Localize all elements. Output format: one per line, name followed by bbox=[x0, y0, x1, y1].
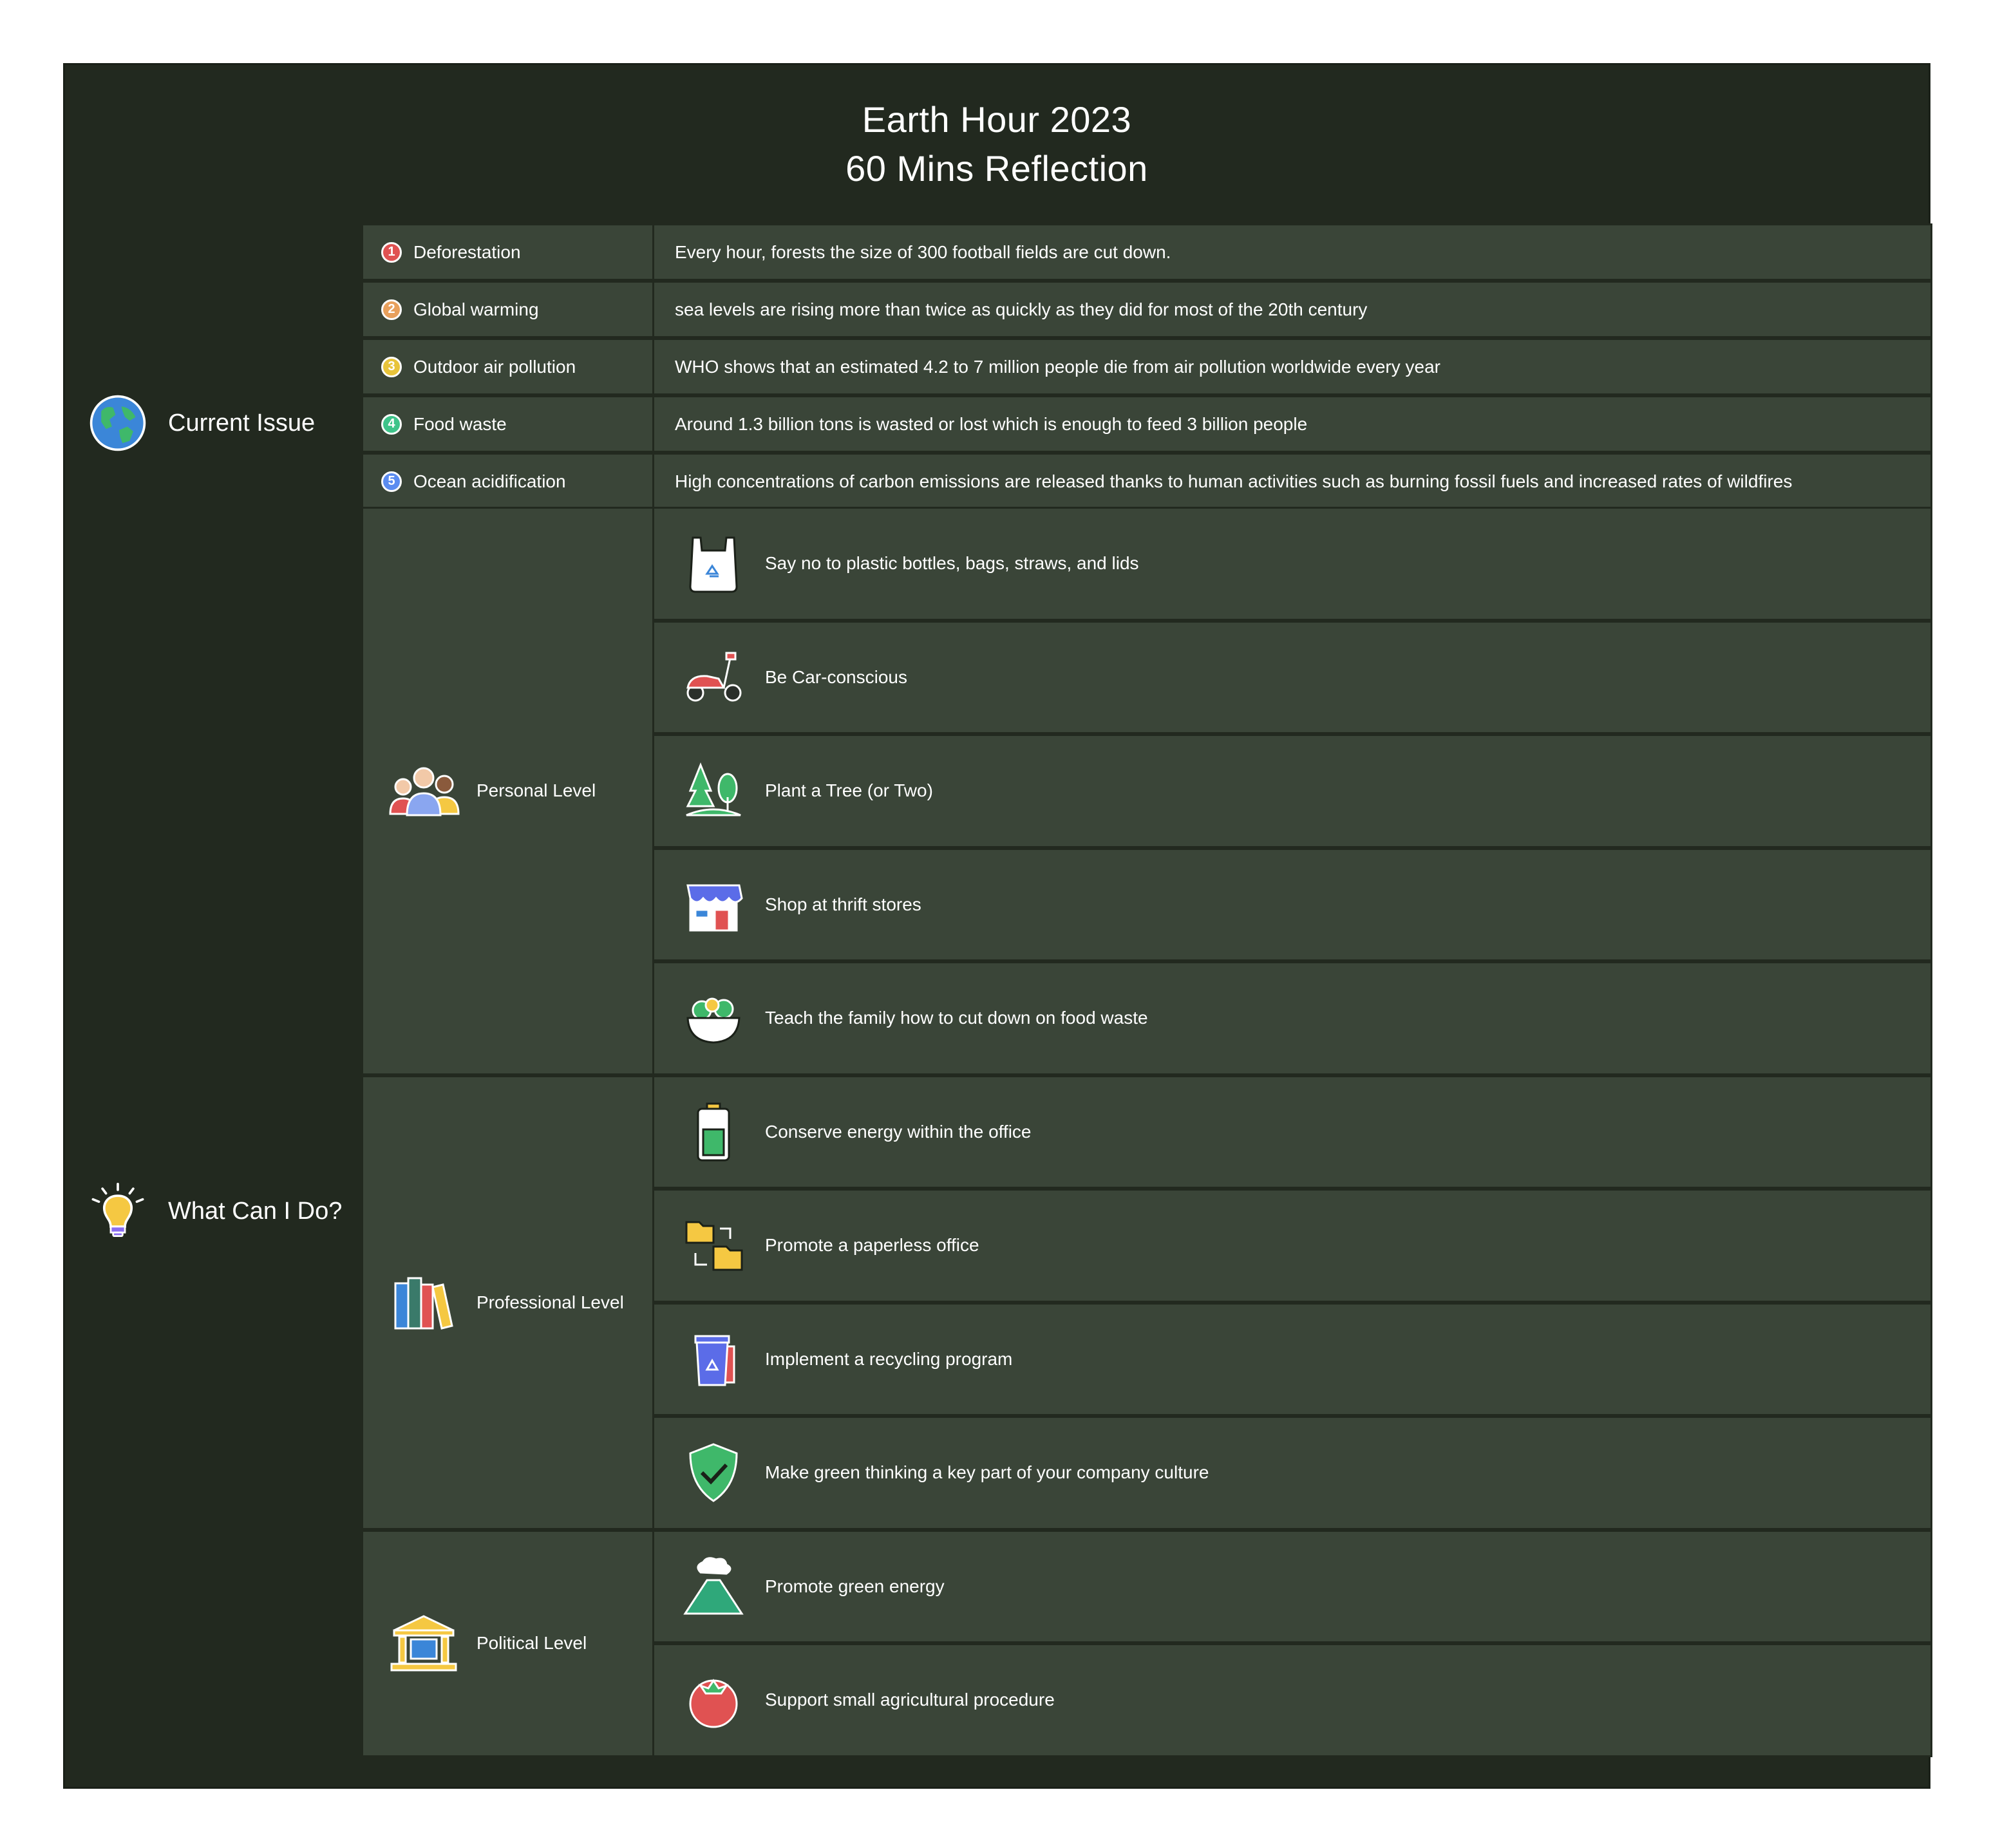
infographic-board: Earth Hour 2023 60 Mins Reflection Curre… bbox=[63, 63, 1932, 1789]
action-row: Support small agricultural procedure bbox=[652, 1643, 1932, 1757]
recycle-bin-icon bbox=[681, 1327, 746, 1391]
issue-name-cell: 5 Ocean acidification bbox=[361, 453, 656, 510]
level-label: Personal Level bbox=[477, 780, 596, 801]
page-subtitle: 60 Mins Reflection bbox=[845, 148, 1148, 189]
issue-description: Around 1.3 billion tons is wasted or los… bbox=[652, 395, 1932, 453]
action-text: Plant a Tree (or Two) bbox=[765, 780, 933, 801]
level-personal-level: Personal Level bbox=[361, 507, 656, 1075]
page-title: Earth Hour 2023 bbox=[862, 99, 1132, 140]
store-icon bbox=[681, 872, 746, 937]
scooter-icon bbox=[681, 645, 746, 710]
action-text: Promote a paperless office bbox=[765, 1235, 979, 1256]
issue-name: Food waste bbox=[413, 413, 507, 434]
issue-number-badge: 5 bbox=[381, 471, 402, 492]
folders-icon bbox=[681, 1213, 746, 1278]
what-can-i-do-label: What Can I Do? bbox=[88, 1179, 342, 1243]
action-text: Be Car-conscious bbox=[765, 666, 907, 687]
globe-icon bbox=[90, 395, 146, 451]
government-building-icon bbox=[385, 1611, 462, 1675]
action-text: Support small agricultural procedure bbox=[765, 1690, 1055, 1710]
issue-description: WHO shows that an estimated 4.2 to 7 mil… bbox=[652, 338, 1932, 395]
action-row: Plant a Tree (or Two) bbox=[652, 734, 1932, 848]
issue-description: sea levels are rising more than twice as… bbox=[652, 281, 1932, 338]
action-text: Make green thinking a key part of your c… bbox=[765, 1462, 1209, 1483]
issue-name: Global warming bbox=[413, 299, 539, 319]
plastic-bag-icon bbox=[681, 531, 746, 596]
issue-description: High concentrations of carbon emissions … bbox=[652, 453, 1932, 510]
title-block: Earth Hour 2023 60 Mins Reflection bbox=[65, 65, 1929, 223]
issue-number-badge: 1 bbox=[381, 241, 402, 263]
action-text: Teach the family how to cut down on food… bbox=[765, 1008, 1148, 1028]
action-row: Teach the family how to cut down on food… bbox=[652, 961, 1932, 1075]
level-label: Political Level bbox=[477, 1633, 587, 1653]
action-row: Promote green energy bbox=[652, 1529, 1932, 1643]
volcano-icon bbox=[681, 1554, 746, 1619]
action-row: Shop at thrift stores bbox=[652, 847, 1932, 961]
family-icon bbox=[385, 759, 462, 823]
action-text: Conserve energy within the office bbox=[765, 1121, 1032, 1142]
issue-name-cell: 4 Food waste bbox=[361, 395, 656, 453]
level-professional-level: Professional Level bbox=[361, 1075, 656, 1530]
action-row: Make green thinking a key part of your c… bbox=[652, 1416, 1932, 1530]
issue-name-cell: 3 Outdoor air pollution bbox=[361, 338, 656, 395]
issue-name-cell: 2 Global warming bbox=[361, 281, 656, 338]
tomato-icon bbox=[681, 1668, 746, 1732]
level-political-level: Political Level bbox=[361, 1529, 656, 1757]
issue-description: Every hour, forests the size of 300 foot… bbox=[652, 223, 1932, 281]
current-issue-label: Current Issue bbox=[88, 393, 315, 453]
issue-name: Outdoor air pollution bbox=[413, 356, 576, 377]
action-text: Say no to plastic bottles, bags, straws,… bbox=[765, 553, 1139, 574]
action-row: Implement a recycling program bbox=[652, 1302, 1932, 1416]
lightbulb-icon bbox=[91, 1182, 144, 1238]
binders-icon bbox=[385, 1270, 462, 1335]
action-row: Promote a paperless office bbox=[652, 1189, 1932, 1303]
shield-check-icon bbox=[681, 1440, 746, 1505]
issue-name: Deforestation bbox=[413, 241, 521, 262]
issue-name-cell: 1 Deforestation bbox=[361, 223, 656, 281]
trees-icon bbox=[681, 759, 746, 823]
issue-number-badge: 2 bbox=[381, 299, 402, 320]
battery-icon bbox=[681, 1100, 746, 1164]
issue-number-badge: 3 bbox=[381, 356, 402, 377]
action-row: Conserve energy within the office bbox=[652, 1075, 1932, 1189]
level-label: Professional Level bbox=[477, 1292, 624, 1312]
action-text: Implement a recycling program bbox=[765, 1348, 1013, 1369]
issue-name: Ocean acidification bbox=[413, 471, 566, 491]
issue-number-badge: 4 bbox=[381, 413, 402, 435]
action-row: Be Car-conscious bbox=[652, 620, 1932, 734]
action-text: Promote green energy bbox=[765, 1576, 945, 1596]
action-row: Say no to plastic bottles, bags, straws,… bbox=[652, 507, 1932, 621]
action-text: Shop at thrift stores bbox=[765, 894, 921, 914]
salad-bowl-icon bbox=[681, 986, 746, 1050]
